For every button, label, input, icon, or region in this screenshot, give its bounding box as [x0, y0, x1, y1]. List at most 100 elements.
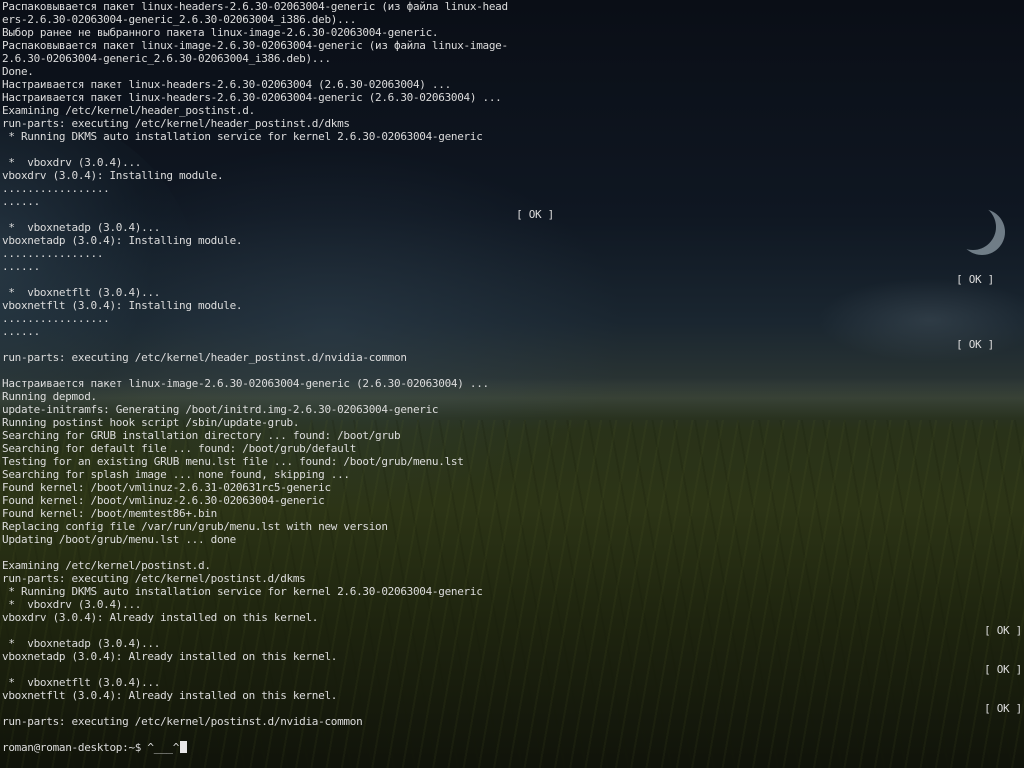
terminal-line: ers-2.6.30-02063004-generic_2.6.30-02063… [2, 13, 1022, 26]
terminal-line-text: 2.6.30-02063004-generic_2.6.30-02063004_… [2, 52, 331, 65]
terminal-line-text: Выбор ранее не выбранного пакета linux-i… [2, 26, 439, 39]
terminal-line-text: Running depmod. [2, 390, 97, 403]
terminal-line: Распаковывается пакет linux-image-2.6.30… [2, 39, 1022, 52]
terminal-line: * Running DKMS auto installation service… [2, 585, 1022, 598]
shell-prompt: roman@roman-desktop:~$ [2, 741, 148, 754]
terminal-line: Examining /etc/kernel/header_postinst.d. [2, 104, 1022, 117]
terminal-line-text: vboxdrv (3.0.4): Already installed on th… [2, 611, 319, 624]
terminal-line: run-parts: executing /etc/kernel/postins… [2, 715, 1022, 728]
terminal-line: * vboxnetadp (3.0.4)... [2, 637, 1022, 650]
terminal-line-text: * vboxdrv (3.0.4)... [2, 598, 142, 611]
terminal-line-text: Searching for splash image ... none foun… [2, 468, 350, 481]
terminal-line: run-parts: executing /etc/kernel/header_… [2, 351, 1022, 364]
terminal-line: 2.6.30-02063004-generic_2.6.30-02063004_… [2, 52, 1022, 65]
terminal-line: Found kernel: /boot/vmlinuz-2.6.30-02063… [2, 494, 1022, 507]
terminal-line: Done. [2, 65, 1022, 78]
terminal-line-text: vboxnetflt (3.0.4): Installing module. [2, 299, 243, 312]
terminal-line: * vboxnetflt (3.0.4)... [2, 676, 1022, 689]
terminal-line-text: Настраивается пакет linux-headers-2.6.30… [2, 78, 451, 91]
terminal-line-text: Done. [2, 65, 34, 78]
terminal-line: Настраивается пакет linux-image-2.6.30-0… [2, 377, 1022, 390]
terminal-line-text: Настраивается пакет linux-image-2.6.30-0… [2, 377, 489, 390]
terminal-line-text: Replacing config file /var/run/grub/menu… [2, 520, 388, 533]
terminal-line-text: * vboxdrv (3.0.4)... [2, 156, 142, 169]
terminal-line-text: Searching for GRUB installation director… [2, 429, 401, 442]
terminal-line: ...... [2, 195, 1022, 208]
terminal-line-text: Updating /boot/grub/menu.lst ... done [2, 533, 236, 546]
terminal-line: vboxnetflt (3.0.4): Already installed on… [2, 689, 1022, 702]
terminal-line: vboxdrv (3.0.4): Already installed on th… [2, 611, 1022, 624]
terminal-line: * vboxnetflt (3.0.4)... [2, 286, 1022, 299]
terminal-line-text: Настраивается пакет linux-headers-2.6.30… [2, 91, 502, 104]
terminal-line-text: * vboxnetadp (3.0.4)... [2, 637, 161, 650]
terminal-line-text: * vboxnetflt (3.0.4)... [2, 676, 161, 689]
terminal-line: Running postinst hook script /sbin/updat… [2, 416, 1022, 429]
terminal-line: Распаковывается пакет linux-headers-2.6.… [2, 0, 1022, 13]
ok-status: [ OK ] [984, 624, 1022, 637]
terminal-line: [ OK ] [2, 338, 1022, 351]
terminal-line: Настраивается пакет linux-headers-2.6.30… [2, 91, 1022, 104]
terminal-line: update-initramfs: Generating /boot/initr… [2, 403, 1022, 416]
terminal-line-text: run-parts: executing /etc/kernel/header_… [2, 351, 407, 364]
terminal-line-text: Examining /etc/kernel/header_postinst.d. [2, 104, 255, 117]
ok-status: [ OK ] [984, 663, 1022, 676]
terminal-line-text: Found kernel: /boot/vmlinuz-2.6.31-02063… [2, 481, 331, 494]
terminal-line-text: * Running DKMS auto installation service… [2, 130, 483, 143]
terminal-line-text: Testing for an existing GRUB menu.lst fi… [2, 455, 464, 468]
command-input[interactable]: ^___^ [147, 741, 179, 754]
terminal-line-text: Running postinst hook script /sbin/updat… [2, 416, 300, 429]
terminal-line: vboxnetflt (3.0.4): Installing module. [2, 299, 1022, 312]
terminal-line-text: vboxdrv (3.0.4): Installing module. [2, 169, 224, 182]
terminal-line: Настраивается пакет linux-headers-2.6.30… [2, 78, 1022, 91]
terminal-line-text: update-initramfs: Generating /boot/initr… [2, 403, 439, 416]
terminal-line: [ OK ] [2, 702, 1022, 715]
terminal-line: ................ [2, 247, 1022, 260]
terminal-line: run-parts: executing /etc/kernel/header_… [2, 117, 1022, 130]
terminal-line: vboxnetadp (3.0.4): Installing module. [2, 234, 1022, 247]
terminal-line: [ OK ] [2, 663, 1022, 676]
terminal-line: ................. [2, 312, 1022, 325]
terminal-prompt-line[interactable]: roman@roman-desktop:~$ ^___^ [2, 741, 1022, 754]
terminal-line: [ OK ] [2, 208, 1022, 221]
terminal-line-text: vboxnetflt (3.0.4): Already installed on… [2, 689, 338, 702]
terminal-line-text: * Running DKMS auto installation service… [2, 585, 483, 598]
terminal-line-text: ...... [2, 260, 40, 273]
terminal-line: Found kernel: /boot/vmlinuz-2.6.31-02063… [2, 481, 1022, 494]
terminal-line-text: vboxnetadp (3.0.4): Already installed on… [2, 650, 338, 663]
terminal-line: [ OK ] [2, 624, 1022, 637]
terminal-line: ...... [2, 260, 1022, 273]
terminal-line: Updating /boot/grub/menu.lst ... done [2, 533, 1022, 546]
text-cursor [180, 741, 188, 753]
terminal-line-text: Распаковывается пакет linux-image-2.6.30… [2, 39, 508, 52]
terminal-line: Examining /etc/kernel/postinst.d. [2, 559, 1022, 572]
terminal-line: * vboxdrv (3.0.4)... [2, 156, 1022, 169]
terminal-line: ...... [2, 325, 1022, 338]
terminal-line: vboxnetadp (3.0.4): Already installed on… [2, 650, 1022, 663]
terminal-line: [ OK ] [2, 273, 1022, 286]
ok-status: [ OK ] [956, 273, 994, 286]
terminal-line-text: Searching for default file ... found: /b… [2, 442, 357, 455]
terminal-line-text: Examining /etc/kernel/postinst.d. [2, 559, 211, 572]
terminal-line: Searching for GRUB installation director… [2, 429, 1022, 442]
terminal-line-text: ers-2.6.30-02063004-generic_2.6.30-02063… [2, 13, 357, 26]
terminal-line-text: ................ [2, 247, 104, 260]
terminal-line-text: * vboxnetflt (3.0.4)... [2, 286, 161, 299]
terminal-line-text: ................. [2, 182, 110, 195]
ok-status: [ OK ] [956, 338, 994, 351]
terminal-line-text: run-parts: executing /etc/kernel/postins… [2, 715, 363, 728]
terminal-line-text: vboxnetadp (3.0.4): Installing module. [2, 234, 243, 247]
terminal-line: * Running DKMS auto installation service… [2, 130, 1022, 143]
terminal-line: Выбор ранее не выбранного пакета linux-i… [2, 26, 1022, 39]
terminal-line: ................. [2, 182, 1022, 195]
terminal-line: * vboxnetadp (3.0.4)... [2, 221, 1022, 234]
terminal-line: * vboxdrv (3.0.4)... [2, 598, 1022, 611]
terminal-line-text: Found kernel: /boot/memtest86+.bin [2, 507, 217, 520]
terminal-line: Testing for an existing GRUB menu.lst fi… [2, 455, 1022, 468]
terminal-line-text: run-parts: executing /etc/kernel/postins… [2, 572, 306, 585]
terminal-window[interactable]: Распаковывается пакет linux-headers-2.6.… [0, 0, 1024, 768]
terminal-line: Searching for default file ... found: /b… [2, 442, 1022, 455]
